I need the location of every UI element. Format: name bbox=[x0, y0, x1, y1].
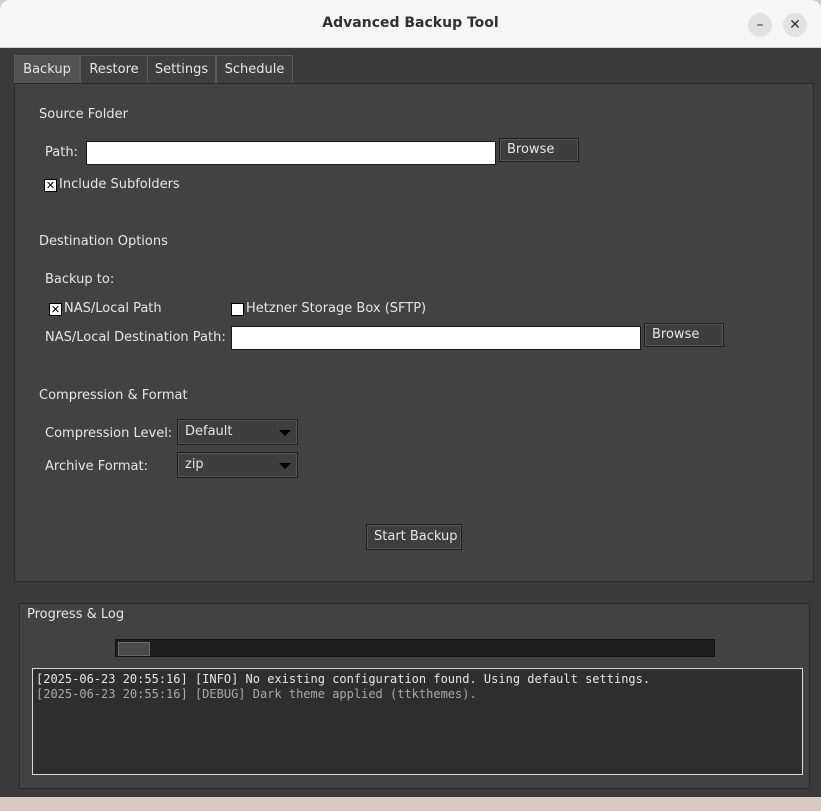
include-subfolders-checkbox[interactable]: ✕ bbox=[44, 179, 57, 192]
source-path-input[interactable] bbox=[86, 141, 496, 165]
log-line: [2025-06-23 20:55:16] [DEBUG] Dark theme… bbox=[36, 687, 477, 701]
tab-settings[interactable]: Settings bbox=[147, 55, 216, 83]
close-button[interactable]: ✕ bbox=[783, 13, 807, 37]
chevron-down-icon bbox=[279, 463, 291, 469]
hetzner-checkbox[interactable] bbox=[231, 303, 244, 316]
nas-destination-path-input[interactable] bbox=[231, 326, 641, 350]
start-backup-button[interactable]: Start Backup bbox=[366, 524, 462, 550]
window-title: Advanced Backup Tool bbox=[322, 15, 499, 31]
backup-panel: Source Folder Path: Browse ✕ Include Sub… bbox=[14, 83, 814, 582]
progress-bar bbox=[115, 639, 715, 657]
nas-local-label: NAS/Local Path bbox=[64, 301, 162, 316]
chevron-down-icon bbox=[279, 430, 291, 436]
minimize-icon: – bbox=[756, 17, 764, 33]
log-textbox[interactable]: [2025-06-23 20:55:16] [INFO] No existing… bbox=[32, 668, 803, 775]
close-icon: ✕ bbox=[789, 17, 801, 33]
minimize-button[interactable]: – bbox=[748, 13, 772, 37]
source-folder-heading: Source Folder bbox=[39, 107, 128, 122]
destination-browse-button[interactable]: Browse bbox=[644, 323, 724, 347]
progress-bar-fill bbox=[118, 642, 150, 656]
progress-log-frame: Progress & Log [2025-06-23 20:55:16] [IN… bbox=[19, 603, 810, 789]
progress-log-heading: Progress & Log bbox=[27, 607, 125, 622]
archive-format-label: Archive Format: bbox=[45, 459, 148, 474]
client-area: Backup Restore Settings Schedule Source … bbox=[0, 48, 821, 797]
destination-heading: Destination Options bbox=[39, 234, 168, 249]
archive-format-value: zip bbox=[185, 457, 204, 472]
compression-level-select[interactable]: Default bbox=[177, 419, 298, 445]
title-bar[interactable]: Advanced Backup Tool – ✕ bbox=[0, 0, 821, 48]
compression-level-value: Default bbox=[185, 424, 233, 439]
app-window: Advanced Backup Tool – ✕ Backup Restore … bbox=[0, 0, 821, 797]
archive-format-select[interactable]: zip bbox=[177, 452, 298, 478]
backup-to-label: Backup to: bbox=[45, 272, 115, 287]
source-browse-button[interactable]: Browse bbox=[499, 138, 579, 162]
source-path-label: Path: bbox=[45, 145, 78, 160]
tab-backup[interactable]: Backup bbox=[14, 55, 80, 84]
hetzner-label: Hetzner Storage Box (SFTP) bbox=[246, 301, 427, 316]
tab-restore[interactable]: Restore bbox=[80, 55, 148, 83]
compression-level-label: Compression Level: bbox=[45, 426, 173, 441]
tab-schedule[interactable]: Schedule bbox=[216, 55, 293, 83]
log-line: [2025-06-23 20:55:16] [INFO] No existing… bbox=[36, 672, 651, 686]
include-subfolders-label: Include Subfolders bbox=[59, 177, 180, 192]
nas-destination-path-label: NAS/Local Destination Path: bbox=[45, 330, 226, 345]
compression-heading: Compression & Format bbox=[39, 388, 188, 403]
nas-local-checkbox[interactable]: ✕ bbox=[49, 303, 62, 316]
